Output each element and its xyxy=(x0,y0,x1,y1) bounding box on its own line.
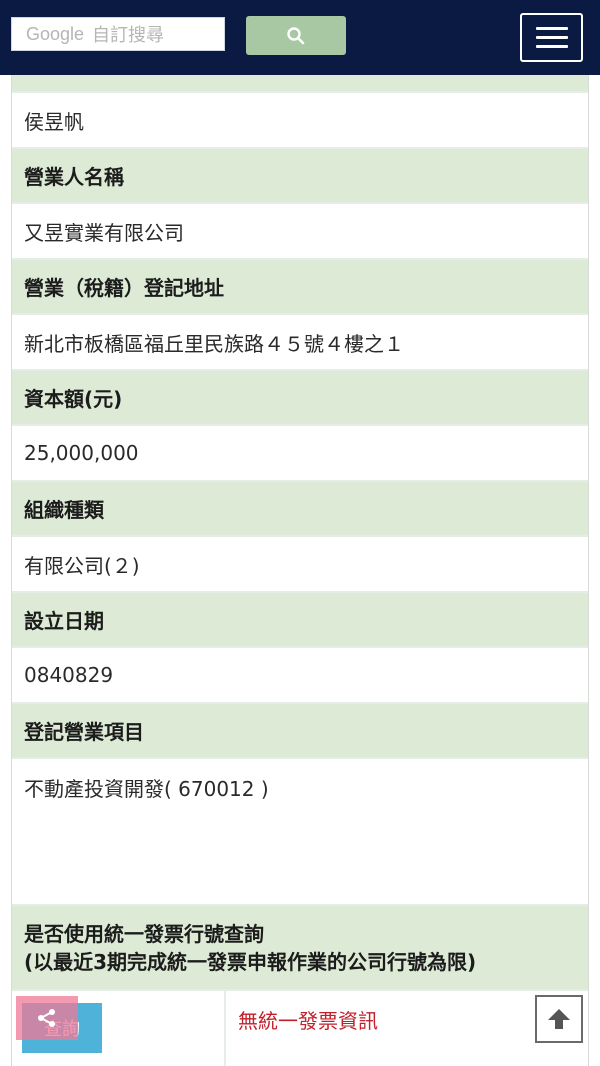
share-glyph-icon xyxy=(38,1009,55,1027)
org-type-value: 有限公司(２) xyxy=(12,537,588,593)
search-icon xyxy=(287,26,305,44)
invoice-query-label-line2: (以最近3期完成統一發票申報作業的公司行號為限) xyxy=(24,949,477,974)
founded-date-label: 設立日期 xyxy=(12,593,588,648)
top-nav-bar: Google 自訂搜尋 xyxy=(0,0,600,75)
search-button[interactable] xyxy=(246,16,346,55)
address-value: 新北市板橋區福丘里民族路４５號４樓之１ xyxy=(12,315,588,371)
founded-date-value: 0840829 xyxy=(12,648,588,704)
org-type-label: 組織種類 xyxy=(12,482,588,537)
arrow-up-icon xyxy=(548,1009,570,1029)
invoice-result-cell: 無統一發票資訊 xyxy=(226,991,588,1066)
address-label: 營業（稅籍）登記地址 xyxy=(12,260,588,315)
share-icon[interactable] xyxy=(16,996,78,1040)
invoice-query-label: 是否使用統一發票行號查詢 (以最近3期完成統一發票申報作業的公司行號為限) xyxy=(12,906,588,991)
table-header-row-partial xyxy=(12,75,588,93)
hamburger-menu-icon[interactable] xyxy=(520,13,583,62)
company-name-value: 又昱實業有限公司 xyxy=(12,204,588,260)
invoice-result-text: 無統一發票資訊 xyxy=(238,1009,378,1033)
capital-label: 資本額(元) xyxy=(12,371,588,426)
query-cell: 查詢 xyxy=(12,991,226,1066)
responsible-person-value: 侯昱帆 xyxy=(12,93,588,149)
google-brand-label: Google xyxy=(26,23,85,44)
business-items-value: 不動產投資開發( 670012 ) xyxy=(12,759,588,906)
business-items-label: 登記營業項目 xyxy=(12,704,588,759)
scroll-to-top-button[interactable] xyxy=(535,995,583,1043)
search-input[interactable]: Google 自訂搜尋 xyxy=(11,17,225,51)
invoice-query-label-line1: 是否使用統一發票行號查詢 xyxy=(24,921,264,946)
company-info-table: 侯昱帆 營業人名稱 又昱實業有限公司 營業（稅籍）登記地址 新北市板橋區福丘里民… xyxy=(11,75,589,991)
invoice-query-row: 查詢 無統一發票資訊 xyxy=(11,991,589,1066)
search-placeholder: 自訂搜尋 xyxy=(92,25,165,46)
capital-value: 25,000,000 xyxy=(12,426,588,482)
company-name-label: 營業人名稱 xyxy=(12,149,588,204)
